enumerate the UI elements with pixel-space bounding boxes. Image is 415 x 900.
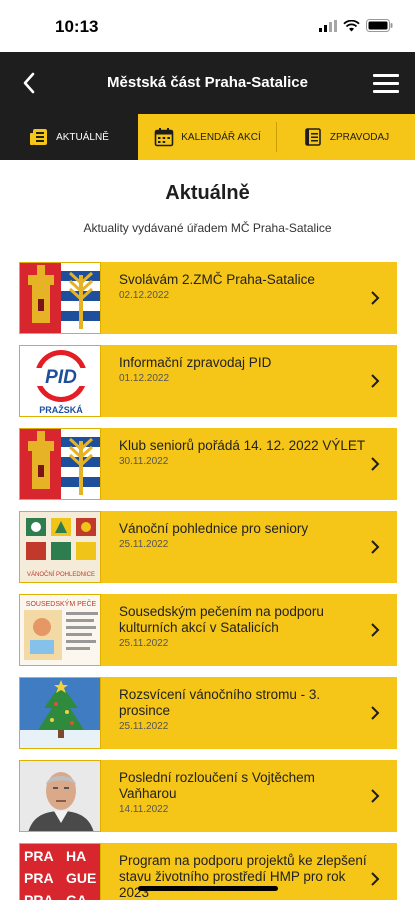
page-title: Aktuálně: [165, 182, 250, 204]
praha-logo-text-4: GUE: [66, 870, 96, 886]
chevron-right-icon: [371, 623, 380, 637]
chevron-right-icon: [371, 706, 380, 720]
app-header: Městská část Praha-Satalice: [0, 52, 415, 114]
chevron-right-icon: [371, 291, 380, 305]
praha-logo-image: PRA HA PRA GUE PRA GA: [19, 843, 101, 900]
poster-image: SOUSEDSKÝM PEČE: [19, 594, 101, 666]
tab-aktualne-label: Aktuálně: [56, 131, 109, 143]
news-item-text: Svolávám 2.ZMČ Praha-Satalice 02.12.2022: [101, 262, 397, 334]
menu-button[interactable]: [371, 69, 401, 97]
home-indicator: [138, 886, 278, 891]
news-item[interactable]: Poslední rozloučení s Vojtěchem Vaňharou…: [19, 760, 397, 832]
book-icon: [305, 128, 321, 146]
news-item-text: Program na podporu projektů ke zlepšení …: [101, 843, 397, 900]
header-title: Městská část Praha-Satalice: [107, 74, 308, 91]
portrait-image: [19, 760, 101, 832]
hamburger-icon: [373, 74, 399, 93]
coat-of-arms-image: [19, 428, 101, 500]
status-icons: [319, 19, 393, 32]
chevron-right-icon: [371, 540, 380, 554]
pid-logo-brand: PID: [45, 367, 77, 388]
praha-logo-text-6: GA: [66, 892, 87, 900]
cards-label: VÁNOČNÍ POHLEDNICE: [27, 571, 95, 578]
news-item-title: Svolávám 2.ZMČ Praha-Satalice: [119, 272, 315, 287]
status-time: 10:13: [55, 17, 99, 36]
news-item-date: 25.11.2022: [119, 638, 169, 649]
pid-logo-sub: PRAŽSKÁ: [39, 404, 83, 415]
signal-icon: [319, 19, 337, 32]
praha-logo-text-2: HA: [66, 848, 86, 864]
news-item-text: Rozsvícení vánočního stromu - 3. prosinc…: [101, 677, 397, 749]
battery-icon: [366, 19, 393, 32]
news-item-text: Vánoční pohlednice pro seniory 25.11.202…: [101, 511, 397, 583]
chevron-right-icon: [371, 789, 380, 803]
news-item-title: Rozsvícení vánočního stromu - 3. prosinc…: [119, 687, 321, 718]
news-item-title: Program na podporu projektů ke zlepšení …: [119, 853, 367, 900]
news-item-title: Vánoční pohlednice pro seniory: [119, 521, 309, 536]
news-list: Svolávám 2.ZMČ Praha-Satalice 02.12.2022…: [19, 262, 397, 900]
news-item-title: Klub seniorů pořádá 14. 12. 2022 VÝLET: [119, 438, 366, 453]
news-item-date: 02.12.2022: [119, 290, 170, 301]
pid-logo-image: PID PRAŽSKÁ: [19, 345, 101, 417]
praha-logo-text-1: PRA: [24, 848, 54, 864]
news-item-date: 25.11.2022: [119, 539, 169, 550]
praha-logo-text-5: PRA: [24, 892, 54, 900]
chevron-right-icon: [371, 374, 380, 388]
news-item-title: Informační zpravodaj PID: [119, 355, 272, 370]
news-item[interactable]: PRA HA PRA GUE PRA GA Program na podporu…: [19, 843, 397, 900]
news-item-date: 30.11.2022: [119, 456, 169, 467]
poster-label: SOUSEDSKÝM PEČE: [26, 599, 97, 608]
christmas-tree-image: [19, 677, 101, 749]
news-item-date: 25.11.2022: [119, 721, 169, 732]
wifi-icon: [343, 19, 360, 31]
news-item-text: Sousedským pečením na podporu kulturních…: [101, 594, 397, 666]
status-bar: 10:13: [0, 0, 415, 52]
news-item[interactable]: Klub seniorů pořádá 14. 12. 2022 VÝLET 3…: [19, 428, 397, 500]
news-item[interactable]: PID PRAŽSKÁ Informační zpravodaj PID 01.…: [19, 345, 397, 417]
news-item-title: Poslední rozloučení s Vojtěchem Vaňharou: [119, 770, 315, 801]
tab-zpravodaj[interactable]: Zpravodaj: [277, 114, 415, 160]
news-item-text: Informační zpravodaj PID 01.12.2022: [101, 345, 397, 417]
christmas-cards-image: VÁNOČNÍ POHLEDNICE: [19, 511, 101, 583]
tab-bar: Aktuálně Kalendář akcí Zpravodaj: [0, 114, 415, 160]
praha-logo-text-3: PRA: [24, 870, 54, 886]
news-icon: [30, 129, 48, 145]
news-item-text: Klub seniorů pořádá 14. 12. 2022 VÝLET 3…: [101, 428, 397, 500]
tab-zpravodaj-label: Zpravodaj: [329, 131, 390, 143]
news-item[interactable]: Svolávám 2.ZMČ Praha-Satalice 02.12.2022: [19, 262, 397, 334]
news-item[interactable]: VÁNOČNÍ POHLEDNICE Vánoční pohlednice pr…: [19, 511, 397, 583]
tab-kalendar-label: Kalendář akcí: [181, 131, 261, 143]
tab-kalendar[interactable]: Kalendář akcí: [138, 114, 277, 160]
chevron-right-icon: [371, 872, 380, 886]
news-item-text: Poslední rozloučení s Vojtěchem Vaňharou…: [101, 760, 397, 832]
news-item-title: Sousedským pečením na podporu kulturních…: [119, 604, 324, 635]
back-button[interactable]: [14, 68, 44, 98]
news-item-date: 14.11.2022: [119, 804, 169, 815]
chevron-right-icon: [371, 457, 380, 471]
coat-of-arms-image: [19, 262, 101, 334]
chevron-left-icon: [23, 72, 35, 94]
news-item[interactable]: SOUSEDSKÝM PEČE Sousedským pečením na po…: [19, 594, 397, 666]
news-item-date: 01.12.2022: [119, 373, 170, 384]
calendar-icon: [154, 128, 174, 147]
tab-aktualne[interactable]: Aktuálně: [0, 114, 138, 160]
page-subtitle: Aktuality vydávané úřadem MČ Praha-Satal…: [83, 221, 332, 235]
news-item[interactable]: Rozsvícení vánočního stromu - 3. prosinc…: [19, 677, 397, 749]
